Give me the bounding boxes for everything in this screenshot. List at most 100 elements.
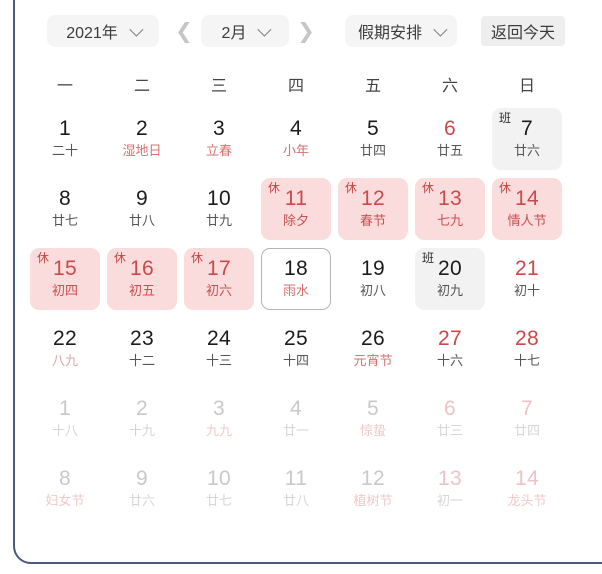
work-day-badge: 班 (499, 111, 512, 125)
calendar-day-cell[interactable]: 13 初一 (415, 458, 485, 520)
year-selector[interactable]: 2021年 (47, 15, 159, 47)
day-sublabel: 十七 (513, 353, 540, 368)
calendar-day-cell[interactable]: 14 龙头节 (492, 458, 562, 520)
rest-day-badge: 休 (499, 181, 512, 195)
calendar-day-cell[interactable]: 23 十二 (107, 318, 177, 380)
calendar-day-cell[interactable]: 26 元宵节 (338, 318, 408, 380)
calendar-day-cell[interactable]: 休 17 初六 (184, 248, 254, 310)
calendar-day-cell[interactable]: 3 立春 (184, 108, 254, 170)
calendar-week-row: 1 二十 2 湿地日 3 立春 4 小年 5 廿四 6 廿五 班 7 廿六 (28, 104, 602, 174)
calendar-day-slot: 27 十六 (413, 314, 487, 384)
day-number: 6 (444, 397, 456, 420)
calendar-day-cell[interactable]: 9 廿八 (107, 178, 177, 240)
weekday-header-cell: 三 (182, 64, 256, 104)
day-number: 10 (207, 467, 231, 490)
calendar-day-slot: 10 廿九 (182, 174, 256, 244)
calendar-day-cell[interactable]: 21 初十 (492, 248, 562, 310)
calendar-day-cell[interactable]: 2 十九 (107, 388, 177, 450)
calendar-day-slot: 4 小年 (259, 104, 333, 174)
holiday-arrangement-selector[interactable]: 假期安排 (345, 15, 458, 47)
calendar-day-cell[interactable]: 11 廿八 (261, 458, 331, 520)
next-month-button[interactable]: ❯ (289, 20, 323, 42)
calendar-day-slot: 9 廿六 (105, 454, 179, 524)
day-number: 8 (59, 467, 71, 490)
calendar-day-cell[interactable]: 5 廿四 (338, 108, 408, 170)
rest-day-badge: 休 (191, 251, 204, 265)
day-number: 13 (438, 187, 462, 210)
calendar-day-slot: 3 九九 (182, 384, 256, 454)
weekday-label: 二 (133, 78, 150, 95)
calendar-day-cell[interactable]: 休 13 七九 (415, 178, 485, 240)
day-number: 22 (53, 327, 77, 350)
rest-day-badge: 休 (268, 181, 281, 195)
calendar-day-slot: 1 十八 (28, 384, 102, 454)
calendar-day-cell[interactable]: 休 14 情人节 (492, 178, 562, 240)
day-sublabel: 廿三 (436, 423, 463, 438)
calendar-day-slot: 班 7 廿六 (490, 104, 564, 174)
calendar-day-cell[interactable]: 休 15 初四 (30, 248, 100, 310)
calendar-day-slot: 18 雨水 (259, 244, 333, 314)
calendar-day-cell[interactable]: 3 九九 (184, 388, 254, 450)
calendar-day-cell[interactable]: 休 11 除夕 (261, 178, 331, 240)
calendar-day-cell[interactable]: 27 十六 (415, 318, 485, 380)
day-number: 28 (515, 327, 539, 350)
day-sublabel: 初四 (51, 283, 78, 298)
holiday-arrangement-label: 假期安排 (358, 25, 423, 42)
calendar-day-slot: 13 初一 (413, 454, 487, 524)
month-selector[interactable]: 2月 (201, 15, 289, 47)
calendar-day-cell[interactable]: 1 十八 (30, 388, 100, 450)
calendar-day-cell[interactable]: 9 廿六 (107, 458, 177, 520)
calendar-day-cell[interactable]: 24 十三 (184, 318, 254, 380)
day-number: 23 (130, 327, 154, 350)
day-sublabel: 湿地日 (122, 143, 162, 158)
day-number: 1 (59, 397, 71, 420)
calendar-day-cell[interactable]: 18 雨水 (261, 248, 331, 310)
calendar-day-slot: 8 廿七 (28, 174, 102, 244)
day-number: 18 (284, 257, 308, 280)
calendar-day-cell[interactable]: 22 八九 (30, 318, 100, 380)
day-sublabel: 廿一 (282, 423, 309, 438)
calendar-day-cell[interactable]: 班 20 初九 (415, 248, 485, 310)
calendar-day-slot: 5 廿四 (336, 104, 410, 174)
calendar-day-cell[interactable]: 休 12 春节 (338, 178, 408, 240)
calendar-day-cell[interactable]: 4 小年 (261, 108, 331, 170)
calendar-day-cell[interactable]: 7 廿四 (492, 388, 562, 450)
day-sublabel: 雨水 (282, 283, 309, 298)
day-number: 21 (515, 257, 539, 280)
calendar-day-cell[interactable]: 10 廿七 (184, 458, 254, 520)
day-sublabel: 初十 (513, 283, 540, 298)
prev-month-button[interactable]: ❮ (167, 20, 201, 42)
day-sublabel: 十八 (51, 423, 78, 438)
calendar-day-slot: 23 十二 (105, 314, 179, 384)
day-number: 7 (521, 117, 533, 140)
calendar-day-slot: 休 17 初六 (182, 244, 256, 314)
calendar-day-cell[interactable]: 25 十四 (261, 318, 331, 380)
calendar-card: 2021年 ❮ 2月 ❯ 假期安排 返回今天 一 二 三 四 五 六 日 1 二… (13, 0, 602, 564)
calendar-day-cell[interactable]: 6 廿五 (415, 108, 485, 170)
calendar-day-cell[interactable]: 8 妇女节 (30, 458, 100, 520)
day-number: 25 (284, 327, 308, 350)
calendar-day-cell[interactable]: 19 初八 (338, 248, 408, 310)
calendar-day-slot: 5 惊蛰 (336, 384, 410, 454)
back-to-today-button[interactable]: 返回今天 (481, 16, 566, 46)
calendar-day-cell[interactable]: 28 十七 (492, 318, 562, 380)
calendar-day-cell[interactable]: 班 7 廿六 (492, 108, 562, 170)
day-number: 12 (361, 467, 385, 490)
day-sublabel: 廿六 (128, 493, 155, 508)
calendar-day-cell[interactable]: 4 廿一 (261, 388, 331, 450)
weekday-header-cell: 五 (336, 64, 410, 104)
calendar-day-cell[interactable]: 休 16 初五 (107, 248, 177, 310)
day-number: 10 (207, 187, 231, 210)
day-number: 14 (515, 187, 539, 210)
calendar-day-cell[interactable]: 5 惊蛰 (338, 388, 408, 450)
calendar-day-cell[interactable]: 8 廿七 (30, 178, 100, 240)
day-sublabel: 七九 (436, 213, 463, 228)
calendar-day-cell[interactable]: 2 湿地日 (107, 108, 177, 170)
day-sublabel: 廿九 (205, 213, 232, 228)
calendar-day-cell[interactable]: 1 二十 (30, 108, 100, 170)
calendar-day-cell[interactable]: 10 廿九 (184, 178, 254, 240)
calendar-day-cell[interactable]: 6 廿三 (415, 388, 485, 450)
calendar-week-row: 8 廿七 9 廿八 10 廿九 休 11 除夕休 12 春节 休 13 七九 休 14 情人节 (28, 174, 602, 244)
calendar-day-cell[interactable]: 12 植树节 (338, 458, 408, 520)
day-number: 11 (284, 467, 308, 490)
